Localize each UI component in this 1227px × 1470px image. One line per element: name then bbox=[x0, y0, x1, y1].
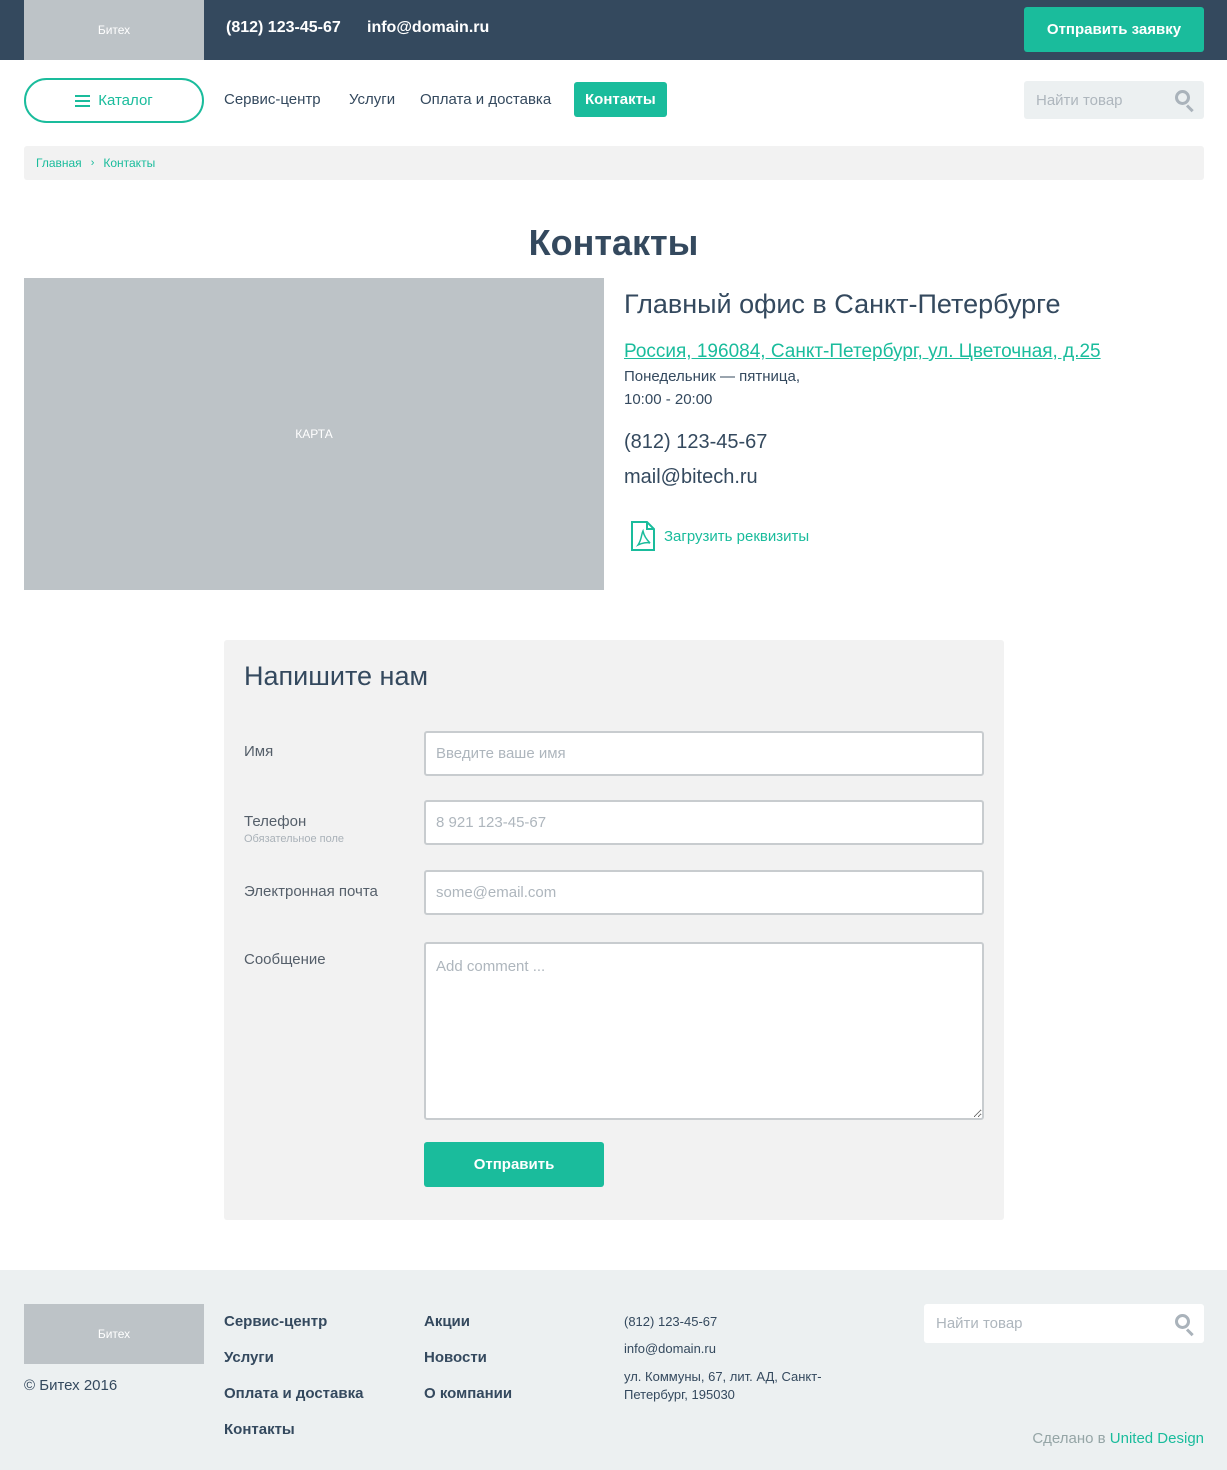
breadcrumb: Главная › Контакты bbox=[24, 146, 1204, 180]
pdf-icon bbox=[631, 521, 655, 551]
footer-link-news[interactable]: Новости bbox=[424, 1349, 487, 1366]
form-title: Напишите нам bbox=[244, 661, 429, 691]
logo[interactable]: Битех bbox=[24, 0, 204, 60]
nav-item-payment-delivery[interactable]: Оплата и доставка bbox=[420, 91, 551, 108]
office-days: Понедельник — пятница, bbox=[624, 368, 801, 385]
nav-item-services[interactable]: Услуги bbox=[349, 91, 395, 108]
header-phone[interactable]: (812) 123-45-67 bbox=[226, 19, 341, 37]
office-address-link[interactable]: Россия, 196084, Санкт-Петербург, ул. Цве… bbox=[624, 341, 1101, 363]
office-hours: 10:00 - 20:00 bbox=[624, 391, 713, 408]
footer-link-about[interactable]: О компании bbox=[424, 1385, 512, 1402]
header-email[interactable]: info@domain.ru bbox=[367, 19, 489, 37]
footer-link-promotions[interactable]: Акции bbox=[424, 1313, 470, 1330]
name-label: Имя bbox=[244, 743, 274, 760]
breadcrumb-current[interactable]: Контакты bbox=[103, 156, 155, 170]
footer-link-service-center[interactable]: Сервис-центр bbox=[224, 1313, 327, 1330]
nav-item-contacts[interactable]: Контакты bbox=[574, 82, 667, 117]
submit-button[interactable]: Отправить bbox=[424, 1142, 604, 1187]
search-icon[interactable] bbox=[1175, 90, 1195, 113]
breadcrumb-separator: › bbox=[90, 157, 95, 169]
top-bar: Битех (812) 123-45-67 info@domain.ru Отп… bbox=[0, 0, 1227, 60]
office-email[interactable]: mail@bitech.ru bbox=[624, 466, 758, 489]
nav-item-service-center[interactable]: Сервис-центр bbox=[224, 91, 321, 108]
footer-logo[interactable]: Битех bbox=[24, 1304, 204, 1364]
logo-text: Битех bbox=[97, 23, 131, 37]
footer-email[interactable]: info@domain.ru bbox=[624, 1341, 716, 1356]
page-title: Контакты bbox=[528, 222, 699, 263]
menu-icon bbox=[75, 94, 91, 107]
catalog-button[interactable]: Каталог bbox=[24, 78, 204, 123]
made-by-prefix: Сделано в bbox=[1032, 1430, 1106, 1447]
message-field[interactable] bbox=[424, 942, 984, 1120]
footer-phone[interactable]: (812) 123-45-67 bbox=[624, 1314, 717, 1329]
breadcrumb-home[interactable]: Главная bbox=[36, 156, 82, 170]
map-label: КАРТА bbox=[295, 427, 333, 441]
download-requisites-label: Загрузить реквизиты bbox=[664, 527, 810, 545]
footer-search-input[interactable] bbox=[924, 1304, 1164, 1343]
contact-form: Напишите нам Имя Телефон Обязательное по… bbox=[224, 640, 1004, 1220]
footer-link-services[interactable]: Услуги bbox=[224, 1349, 274, 1366]
name-field[interactable] bbox=[424, 731, 984, 776]
catalog-label: Каталог bbox=[98, 92, 153, 109]
search-icon[interactable] bbox=[1175, 1314, 1195, 1337]
send-request-button[interactable]: Отправить заявку bbox=[1024, 7, 1204, 52]
office-phone[interactable]: (812) 123-45-67 bbox=[624, 431, 767, 454]
phone-label: Телефон bbox=[244, 813, 307, 830]
footer-link-contacts[interactable]: Контакты bbox=[224, 1421, 295, 1438]
footer-address: ул. Коммуны, 67, лит. АД, Санкт-Петербур… bbox=[624, 1369, 822, 1402]
united-design-link[interactable]: United Design bbox=[1110, 1430, 1204, 1447]
header-search-input[interactable] bbox=[1024, 81, 1164, 119]
footer: Битех © Битех 2016 Сервис-центр Услуги О… bbox=[0, 1270, 1227, 1470]
footer-link-payment-delivery[interactable]: Оплата и доставка bbox=[224, 1385, 363, 1402]
email-label: Электронная почта bbox=[244, 883, 378, 900]
phone-required-hint: Обязательное поле bbox=[244, 833, 345, 845]
header-search bbox=[1024, 81, 1204, 119]
message-label: Сообщение bbox=[244, 951, 326, 968]
copyright: © Битех 2016 bbox=[24, 1377, 118, 1394]
phone-field[interactable] bbox=[424, 800, 984, 845]
email-field[interactable] bbox=[424, 870, 984, 915]
map-placeholder[interactable]: КАРТА bbox=[24, 278, 604, 590]
footer-logo-text: Битех bbox=[97, 1327, 131, 1341]
download-requisites-link[interactable]: Загрузить реквизиты bbox=[630, 521, 809, 551]
footer-search bbox=[924, 1304, 1204, 1343]
made-by: Сделано в United Design bbox=[1032, 1430, 1204, 1447]
office-title: Главный офис в Санкт-Петербурге bbox=[624, 289, 1061, 319]
